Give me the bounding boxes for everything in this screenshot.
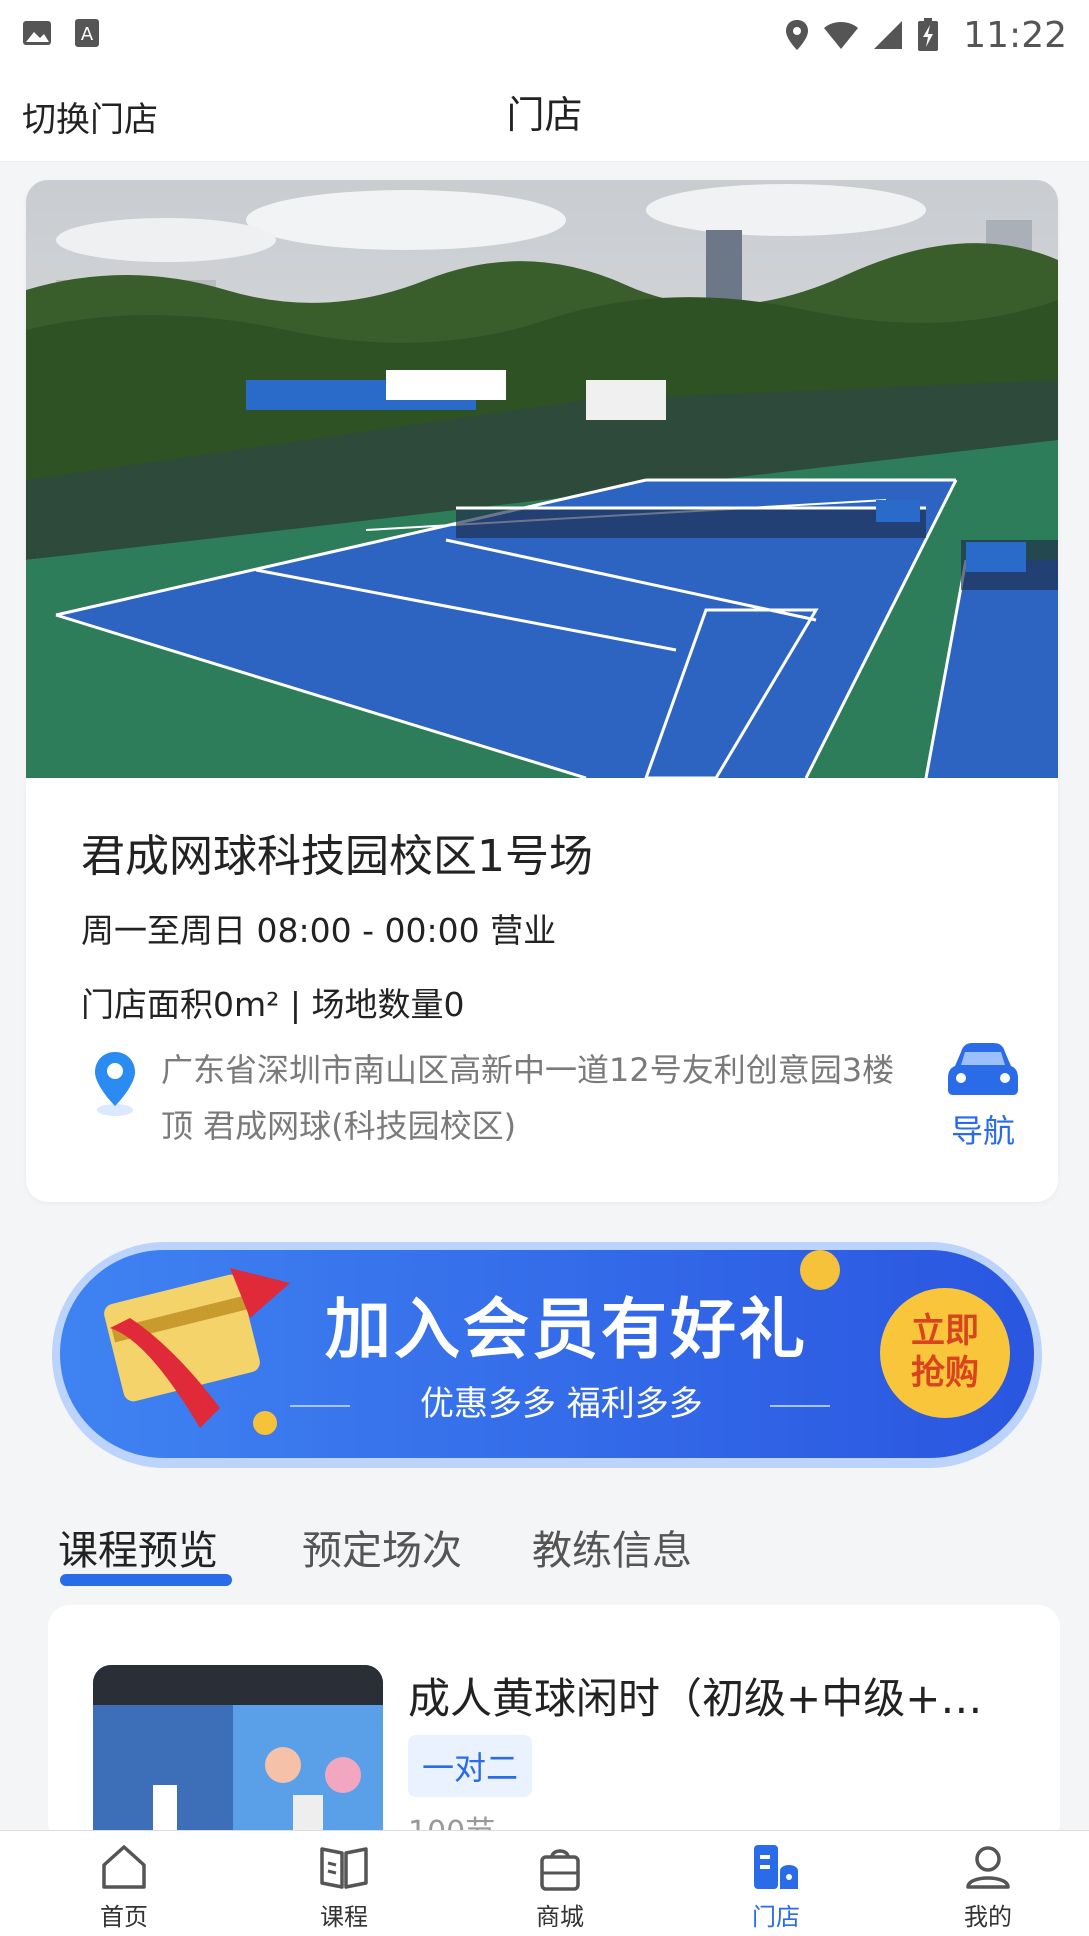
store-tabs: 课程预览 预定场次 教练信息 <box>58 1518 1058 1588</box>
navigate-button[interactable]: 导航 <box>928 1040 1038 1160</box>
store-card: 君成网球科技园校区1号场 周一至周日 08:00 - 00:00 营业 门店面积… <box>26 180 1058 1202</box>
home-icon <box>64 1841 184 1893</box>
nav-profile[interactable]: 我的 <box>928 1841 1048 1932</box>
location-icon <box>785 19 809 51</box>
store-name: 君成网球科技园校区1号场 <box>81 831 593 882</box>
status-left-icons: A <box>22 18 100 52</box>
vip-banner-subtitle: 优惠多多 福利多多 <box>420 1384 703 1424</box>
page-title: 门店 <box>506 93 583 137</box>
nav-courses[interactable]: 课程 <box>284 1841 404 1932</box>
active-tab-indicator <box>60 1574 232 1586</box>
buy-now-line2: 抢购 <box>911 1353 979 1393</box>
nav-home-label: 首页 <box>100 1903 148 1931</box>
buy-now-button[interactable]: 立即 抢购 <box>880 1288 1010 1418</box>
store-area-info: 门店面积0m² | 场地数量0 <box>81 985 465 1024</box>
signal-icon <box>873 20 903 50</box>
font-icon: A <box>74 18 100 52</box>
tab-course-preview[interactable]: 课程预览 <box>58 1518 218 1576</box>
nav-profile-label: 我的 <box>964 1903 1012 1931</box>
nav-courses-label: 课程 <box>320 1903 368 1931</box>
tab-coach-info[interactable]: 教练信息 <box>532 1518 692 1576</box>
store-hours: 周一至周日 08:00 - 00:00 营业 <box>81 911 557 950</box>
status-time: 11:22 <box>963 14 1067 56</box>
course-thumbnail <box>93 1665 383 1845</box>
nav-store-label: 门店 <box>752 1903 800 1931</box>
navigate-label: 导航 <box>950 1112 1015 1150</box>
status-right-icons: 11:22 <box>785 15 1067 56</box>
nav-mall[interactable]: 商城 <box>500 1841 620 1932</box>
battery-charging-icon <box>917 18 939 52</box>
book-icon <box>284 1841 404 1893</box>
store-address: 广东省深圳市南山区高新中一道12号友利创意园3楼顶 君成网球(科技园校区) <box>161 1051 895 1145</box>
course-type-tag: 一对二 <box>408 1735 533 1797</box>
nav-home[interactable]: 首页 <box>64 1841 184 1932</box>
location-pin-icon <box>91 1050 139 1124</box>
vip-banner-title: 加入会员有好礼 <box>325 1291 808 1368</box>
vip-promo-banner[interactable]: 加入会员有好礼 优惠多多 福利多多 立即 抢购 <box>50 1228 1045 1476</box>
buy-now-line1: 立即 <box>911 1311 979 1351</box>
shopping-bag-icon <box>500 1841 620 1893</box>
nav-store[interactable]: 门店 <box>716 1841 836 1932</box>
tab-booking-sessions[interactable]: 预定场次 <box>302 1518 462 1576</box>
course-title: 成人黄球闲时（初级+中级+… <box>408 1674 983 1723</box>
svg-text:A: A <box>81 24 94 45</box>
bottom-nav: 首页 课程 商城 门店 我的 <box>0 1830 1089 1936</box>
status-bar: A 11:22 <box>0 0 1089 70</box>
wifi-icon <box>823 20 859 50</box>
nav-mall-label: 商城 <box>536 1903 584 1931</box>
course-card[interactable]: 成人黄球闲时（初级+中级+… 一对二 100节 <box>48 1605 1060 1845</box>
image-icon <box>22 20 52 50</box>
user-icon <box>928 1841 1048 1893</box>
car-icon <box>928 1040 1038 1100</box>
store-photo <box>26 180 1058 778</box>
store-icon <box>716 1841 836 1893</box>
page-header: 切换门店 门店 <box>0 70 1089 162</box>
